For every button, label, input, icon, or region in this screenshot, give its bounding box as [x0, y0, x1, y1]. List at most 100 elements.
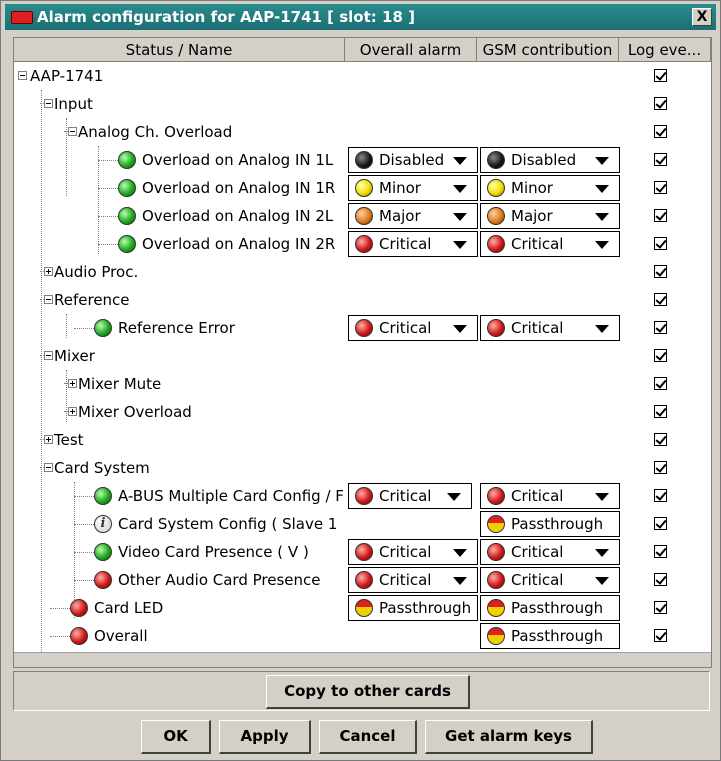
log-events-checkbox[interactable]	[654, 517, 667, 530]
tree-row[interactable]: i Card System Config ( Slave 1 Passthrough	[14, 510, 711, 538]
gsm-alarm-select[interactable]: Major	[480, 203, 620, 229]
overall-alarm-select[interactable]: Minor	[348, 175, 478, 201]
log-events-checkbox[interactable]	[654, 349, 667, 362]
gsm-alarm-select[interactable]: Critical	[480, 567, 620, 593]
title-bar[interactable]: Alarm configuration for AAP-1741 [ slot:…	[5, 4, 716, 30]
dropdown-arrow-icon[interactable]	[453, 549, 467, 557]
dropdown-arrow-icon[interactable]	[447, 493, 461, 501]
close-button[interactable]: X	[692, 8, 712, 26]
tree-row[interactable]: A-BUS Multiple Card Config / F Critical Cr…	[14, 482, 711, 510]
dropdown-arrow-icon[interactable]	[453, 577, 467, 585]
expand-icon[interactable]	[44, 267, 53, 276]
log-events-checkbox[interactable]	[654, 97, 667, 110]
dropdown-arrow-icon[interactable]	[595, 213, 609, 221]
log-events-checkbox[interactable]	[654, 433, 667, 446]
log-events-checkbox[interactable]	[654, 489, 667, 502]
ok-button[interactable]: OK	[141, 720, 211, 754]
tree-row[interactable]: Overload on Analog IN 2R Critical Critical	[14, 230, 711, 258]
tree-row[interactable]: Overload on Analog IN 2L Major Major	[14, 202, 711, 230]
gsm-alarm-select[interactable]: Critical	[480, 539, 620, 565]
dropdown-arrow-icon[interactable]	[595, 241, 609, 249]
log-events-checkbox[interactable]	[654, 545, 667, 558]
copy-to-other-cards-button[interactable]: Copy to other cards	[266, 675, 470, 709]
column-header-gsm-contribution[interactable]: GSM contribution	[477, 38, 619, 62]
column-header-status-name[interactable]: Status / Name	[14, 38, 345, 62]
tree-row[interactable]: Other Audio Card Presence Critical Critica…	[14, 566, 711, 594]
collapse-icon[interactable]	[68, 127, 77, 136]
tree-row[interactable]: Mixer	[14, 342, 711, 370]
gsm-alarm-select[interactable]: Passthrough	[480, 511, 620, 537]
tree-row[interactable]: Audio Proc.	[14, 258, 711, 286]
dropdown-arrow-icon[interactable]	[453, 157, 467, 165]
collapse-icon[interactable]	[44, 351, 53, 360]
overall-alarm-select[interactable]: Critical	[348, 231, 478, 257]
tree-row[interactable]: Input	[14, 90, 711, 118]
log-events-checkbox[interactable]	[654, 69, 667, 82]
overall-alarm-select[interactable]: Critical	[348, 315, 478, 341]
expand-icon[interactable]	[68, 407, 77, 416]
log-events-checkbox[interactable]	[654, 153, 667, 166]
overall-alarm-select[interactable]: Passthrough	[348, 595, 478, 621]
log-events-checkbox[interactable]	[654, 265, 667, 278]
log-events-checkbox[interactable]	[654, 405, 667, 418]
tree-row[interactable]: Video Card Presence ( V ) Critical Critica…	[14, 538, 711, 566]
overall-alarm-select[interactable]: Major	[348, 203, 478, 229]
cancel-button[interactable]: Cancel	[319, 720, 417, 754]
gsm-alarm-select[interactable]: Critical	[480, 231, 620, 257]
tree-row[interactable]: Overload on Analog IN 1L Disabled Disabled	[14, 146, 711, 174]
log-events-checkbox[interactable]	[654, 601, 667, 614]
overall-alarm-select[interactable]: Critical	[348, 567, 478, 593]
column-header-overall-alarm[interactable]: Overall alarm	[345, 38, 477, 62]
log-events-checkbox[interactable]	[654, 181, 667, 194]
tree-row[interactable]: Card System	[14, 454, 711, 482]
dropdown-arrow-icon[interactable]	[453, 185, 467, 193]
log-events-checkbox[interactable]	[654, 125, 667, 138]
overall-alarm-select[interactable]: Critical	[348, 539, 478, 565]
tree-row[interactable]: Card LED Passthrough Passthrough	[14, 594, 711, 622]
gsm-alarm-select[interactable]: Minor	[480, 175, 620, 201]
tree-row[interactable]: AAP-1741	[14, 62, 711, 90]
tree-row[interactable]: Overall Passthrough	[14, 622, 711, 650]
tree-row[interactable]: Analog Ch. Overload	[14, 118, 711, 146]
dropdown-arrow-icon[interactable]	[595, 493, 609, 501]
tree-row[interactable]: Overload on Analog IN 1R Minor Minor	[14, 174, 711, 202]
gsm-alarm-select[interactable]: Disabled	[480, 147, 620, 173]
log-events-checkbox[interactable]	[654, 629, 667, 642]
dropdown-arrow-icon[interactable]	[453, 213, 467, 221]
gsm-alarm-select[interactable]: Critical	[480, 315, 620, 341]
get-alarm-keys-button[interactable]: Get alarm keys	[425, 720, 593, 754]
tree-row[interactable]: Test	[14, 426, 711, 454]
collapse-icon[interactable]	[18, 71, 27, 80]
log-events-checkbox[interactable]	[654, 209, 667, 222]
dropdown-arrow-icon[interactable]	[595, 549, 609, 557]
expand-icon[interactable]	[68, 379, 77, 388]
overall-alarm-select[interactable]: Critical	[348, 483, 472, 509]
expand-icon[interactable]	[44, 435, 53, 444]
log-events-checkbox[interactable]	[654, 461, 667, 474]
tree-row[interactable]: Mixer Mute	[14, 370, 711, 398]
gsm-alarm-select[interactable]: Passthrough	[480, 595, 620, 621]
log-events-checkbox[interactable]	[654, 293, 667, 306]
gsm-alarm-select[interactable]: Passthrough	[480, 623, 620, 649]
gsm-alarm-select[interactable]: Critical	[480, 483, 620, 509]
log-events-checkbox[interactable]	[654, 573, 667, 586]
column-header-log-events[interactable]: Log eve...	[619, 38, 711, 62]
dropdown-arrow-icon[interactable]	[595, 185, 609, 193]
overall-alarm-select[interactable]: Disabled	[348, 147, 478, 173]
horizontal-scrollbar[interactable]	[14, 652, 711, 667]
collapse-icon[interactable]	[44, 99, 53, 108]
dropdown-arrow-icon[interactable]	[595, 325, 609, 333]
apply-button[interactable]: Apply	[219, 720, 311, 754]
log-events-checkbox[interactable]	[654, 321, 667, 334]
collapse-icon[interactable]	[44, 463, 53, 472]
collapse-icon[interactable]	[44, 295, 53, 304]
dropdown-arrow-icon[interactable]	[595, 157, 609, 165]
dropdown-arrow-icon[interactable]	[595, 577, 609, 585]
dropdown-arrow-icon[interactable]	[453, 241, 467, 249]
tree-row[interactable]: Mixer Overload	[14, 398, 711, 426]
tree-row[interactable]: Reference Error Critical Critical	[14, 314, 711, 342]
dropdown-arrow-icon[interactable]	[453, 325, 467, 333]
log-events-checkbox[interactable]	[654, 377, 667, 390]
tree-row[interactable]: Reference	[14, 286, 711, 314]
log-events-checkbox[interactable]	[654, 237, 667, 250]
